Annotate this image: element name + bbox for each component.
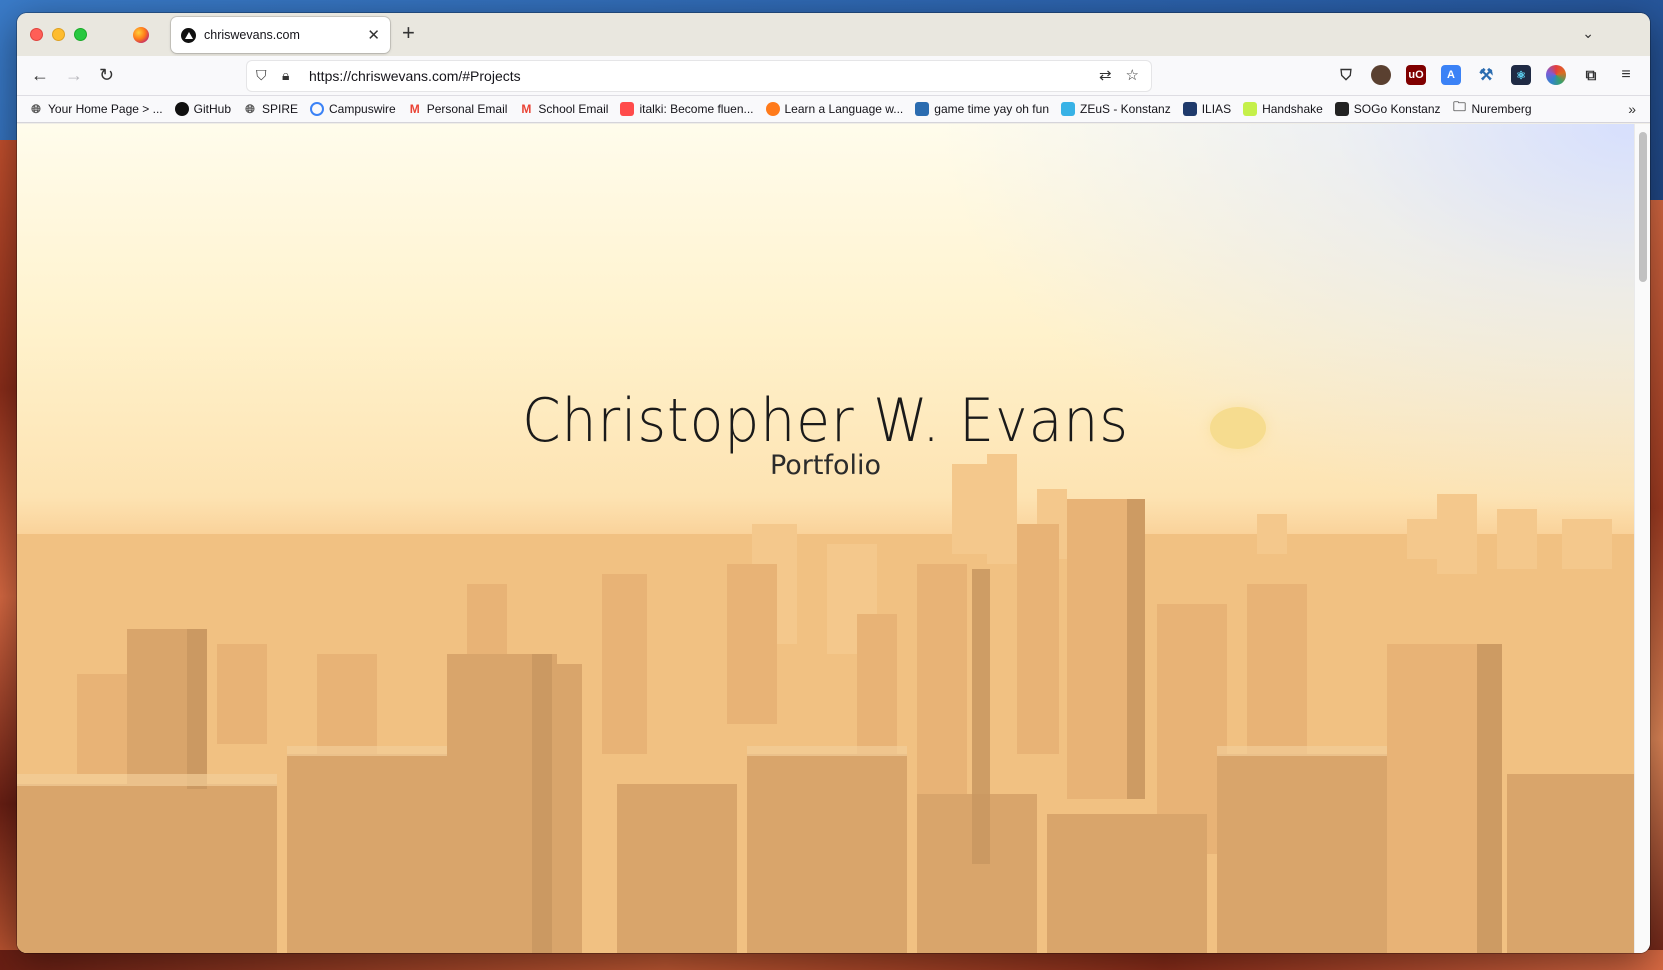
forward-arrow-icon[interactable]: → <box>65 65 83 85</box>
bookmark-item[interactable]: M Personal Email <box>408 102 508 116</box>
react-devtools-icon[interactable]: ⚛ <box>1511 65 1531 85</box>
bookmark-item[interactable]: 🗀 Nuremberg <box>1453 99 1532 116</box>
bookmark-label: italki: Become fluen... <box>639 102 754 116</box>
language-icon <box>765 102 780 116</box>
bookmark-label: SOGo Konstanz <box>1353 102 1441 116</box>
maximize-window-button[interactable] <box>74 28 87 41</box>
new-tab-button[interactable]: + <box>402 22 415 44</box>
color-picker-icon[interactable] <box>1546 65 1566 85</box>
lock-icon[interactable]: 🔒︎ <box>282 67 289 84</box>
page-scrollbar[interactable] <box>1634 124 1650 953</box>
zeus-icon <box>1061 102 1075 116</box>
url-bar[interactable]: ⛉ 🔒︎ https://chriswevans.com/#Projects ⇄… <box>247 61 1151 91</box>
ublock-origin-icon[interactable]: uO <box>1406 65 1426 85</box>
tab-title: chriswevans.com <box>204 28 300 42</box>
folder-icon: 🗀 <box>1453 99 1467 114</box>
bookmark-label: ILIAS <box>1201 102 1232 116</box>
bookmarks-overflow-chevron-icon[interactable]: » <box>1628 101 1636 117</box>
bookmark-item[interactable]: ILIAS <box>1182 102 1232 116</box>
bookmark-label: School Email <box>538 102 609 116</box>
account-avatar-icon[interactable] <box>1371 65 1391 85</box>
bookmarks-toolbar: 🌐︎ Your Home Page > ... GitHub 🌐︎ SPIRE Campu… <box>17 96 1650 123</box>
pocket-icon[interactable]: ⛉ <box>1336 65 1356 85</box>
bookmark-item[interactable]: M School Email <box>519 102 608 116</box>
bookmark-item[interactable]: Learn a Language w... <box>765 102 904 116</box>
tab-bar: chriswevans.com ✕ + ⌄ <box>17 13 1650 56</box>
handshake-icon <box>1243 102 1258 116</box>
tab-close-icon[interactable]: ✕ <box>367 28 380 43</box>
github-icon <box>174 102 189 116</box>
url-bar-actions: ⇄ ☆ <box>1099 66 1139 84</box>
bookmark-label: ZEuS - Konstanz <box>1080 102 1171 116</box>
list-all-tabs-chevron-down-icon[interactable]: ⌄ <box>1582 25 1594 42</box>
site-favicon-icon <box>181 27 196 43</box>
bookmark-label: Nuremberg <box>1471 102 1532 116</box>
gmail-icon: M <box>521 102 532 116</box>
sogo-icon <box>1334 102 1349 116</box>
tracking-shield-icon[interactable]: ⛉ <box>256 67 267 84</box>
scrollbar-thumb[interactable] <box>1639 132 1647 282</box>
firefox-view-icon[interactable] <box>133 27 149 43</box>
back-arrow-icon[interactable]: ← <box>31 65 49 85</box>
minimize-window-button[interactable] <box>52 28 65 41</box>
bookmark-label: game time yay oh fun <box>934 102 1049 116</box>
wrench-icon[interactable]: ⚒ <box>1476 65 1496 85</box>
translate-icon[interactable]: ⇄ <box>1099 66 1112 84</box>
bookmark-label: Handshake <box>1262 102 1323 116</box>
translator-extension-icon[interactable]: A <box>1441 65 1461 85</box>
bookmark-item[interactable]: 🌐︎ Your Home Page > ... <box>29 101 163 117</box>
gmail-icon: M <box>409 102 420 116</box>
game-icon <box>915 102 930 116</box>
browser-window: chriswevans.com ✕ + ⌄ ← → ↻ ⛉ 🔒︎ https:/… <box>17 13 1650 953</box>
page-hero: Christopher W. Evans Portfolio <box>17 124 1634 953</box>
campuswire-icon <box>310 102 325 116</box>
menu-hamburger-icon[interactable]: ≡ <box>1616 65 1636 85</box>
extensions-toolbar: ⛉ uO A ⚒ ⚛ ⧉ ≡ <box>1336 65 1636 85</box>
bookmark-item[interactable]: Handshake <box>1243 102 1323 116</box>
globe-icon: 🌐︎ <box>31 101 41 116</box>
hero-subtitle: Portfolio <box>769 450 882 481</box>
ilias-icon <box>1182 102 1197 116</box>
window-controls <box>30 28 87 41</box>
bookmark-label: SPIRE <box>262 102 299 116</box>
desktop-wallpaper-bottom <box>0 950 1663 970</box>
bookmark-item[interactable]: Campuswire <box>310 102 396 116</box>
tab-active[interactable]: chriswevans.com ✕ <box>171 17 390 53</box>
bookmark-star-icon[interactable]: ☆ <box>1126 66 1139 84</box>
globe-icon: 🌐︎ <box>245 101 255 116</box>
bookmark-item[interactable]: italki: Become fluen... <box>620 102 754 116</box>
bookmark-item[interactable]: SOGo Konstanz <box>1334 102 1441 116</box>
bookmark-item[interactable]: GitHub <box>174 102 231 116</box>
url-text[interactable]: https://chriswevans.com/#Projects <box>309 68 521 84</box>
bookmark-item[interactable]: game time yay oh fun <box>915 102 1049 116</box>
city-skyline-graphic <box>17 454 1634 953</box>
close-window-button[interactable] <box>30 28 43 41</box>
hero-title: Christopher W. Evans <box>522 386 1129 456</box>
italki-icon <box>620 102 635 116</box>
bookmark-item[interactable]: 🌐︎ SPIRE <box>243 101 299 117</box>
bookmark-label: Personal Email <box>426 102 508 116</box>
extensions-puzzle-icon[interactable]: ⧉ <box>1581 65 1601 85</box>
bookmark-label: Learn a Language w... <box>784 102 904 116</box>
bookmark-label: Your Home Page > ... <box>48 102 163 116</box>
navigation-toolbar: ← → ↻ ⛉ 🔒︎ https://chriswevans.com/#Proj… <box>17 56 1650 96</box>
bookmark-label: Campuswire <box>329 102 396 116</box>
bookmark-item[interactable]: ZEuS - Konstanz <box>1061 102 1171 116</box>
reload-icon[interactable]: ↻ <box>99 65 114 85</box>
bookmark-label: GitHub <box>193 102 231 116</box>
